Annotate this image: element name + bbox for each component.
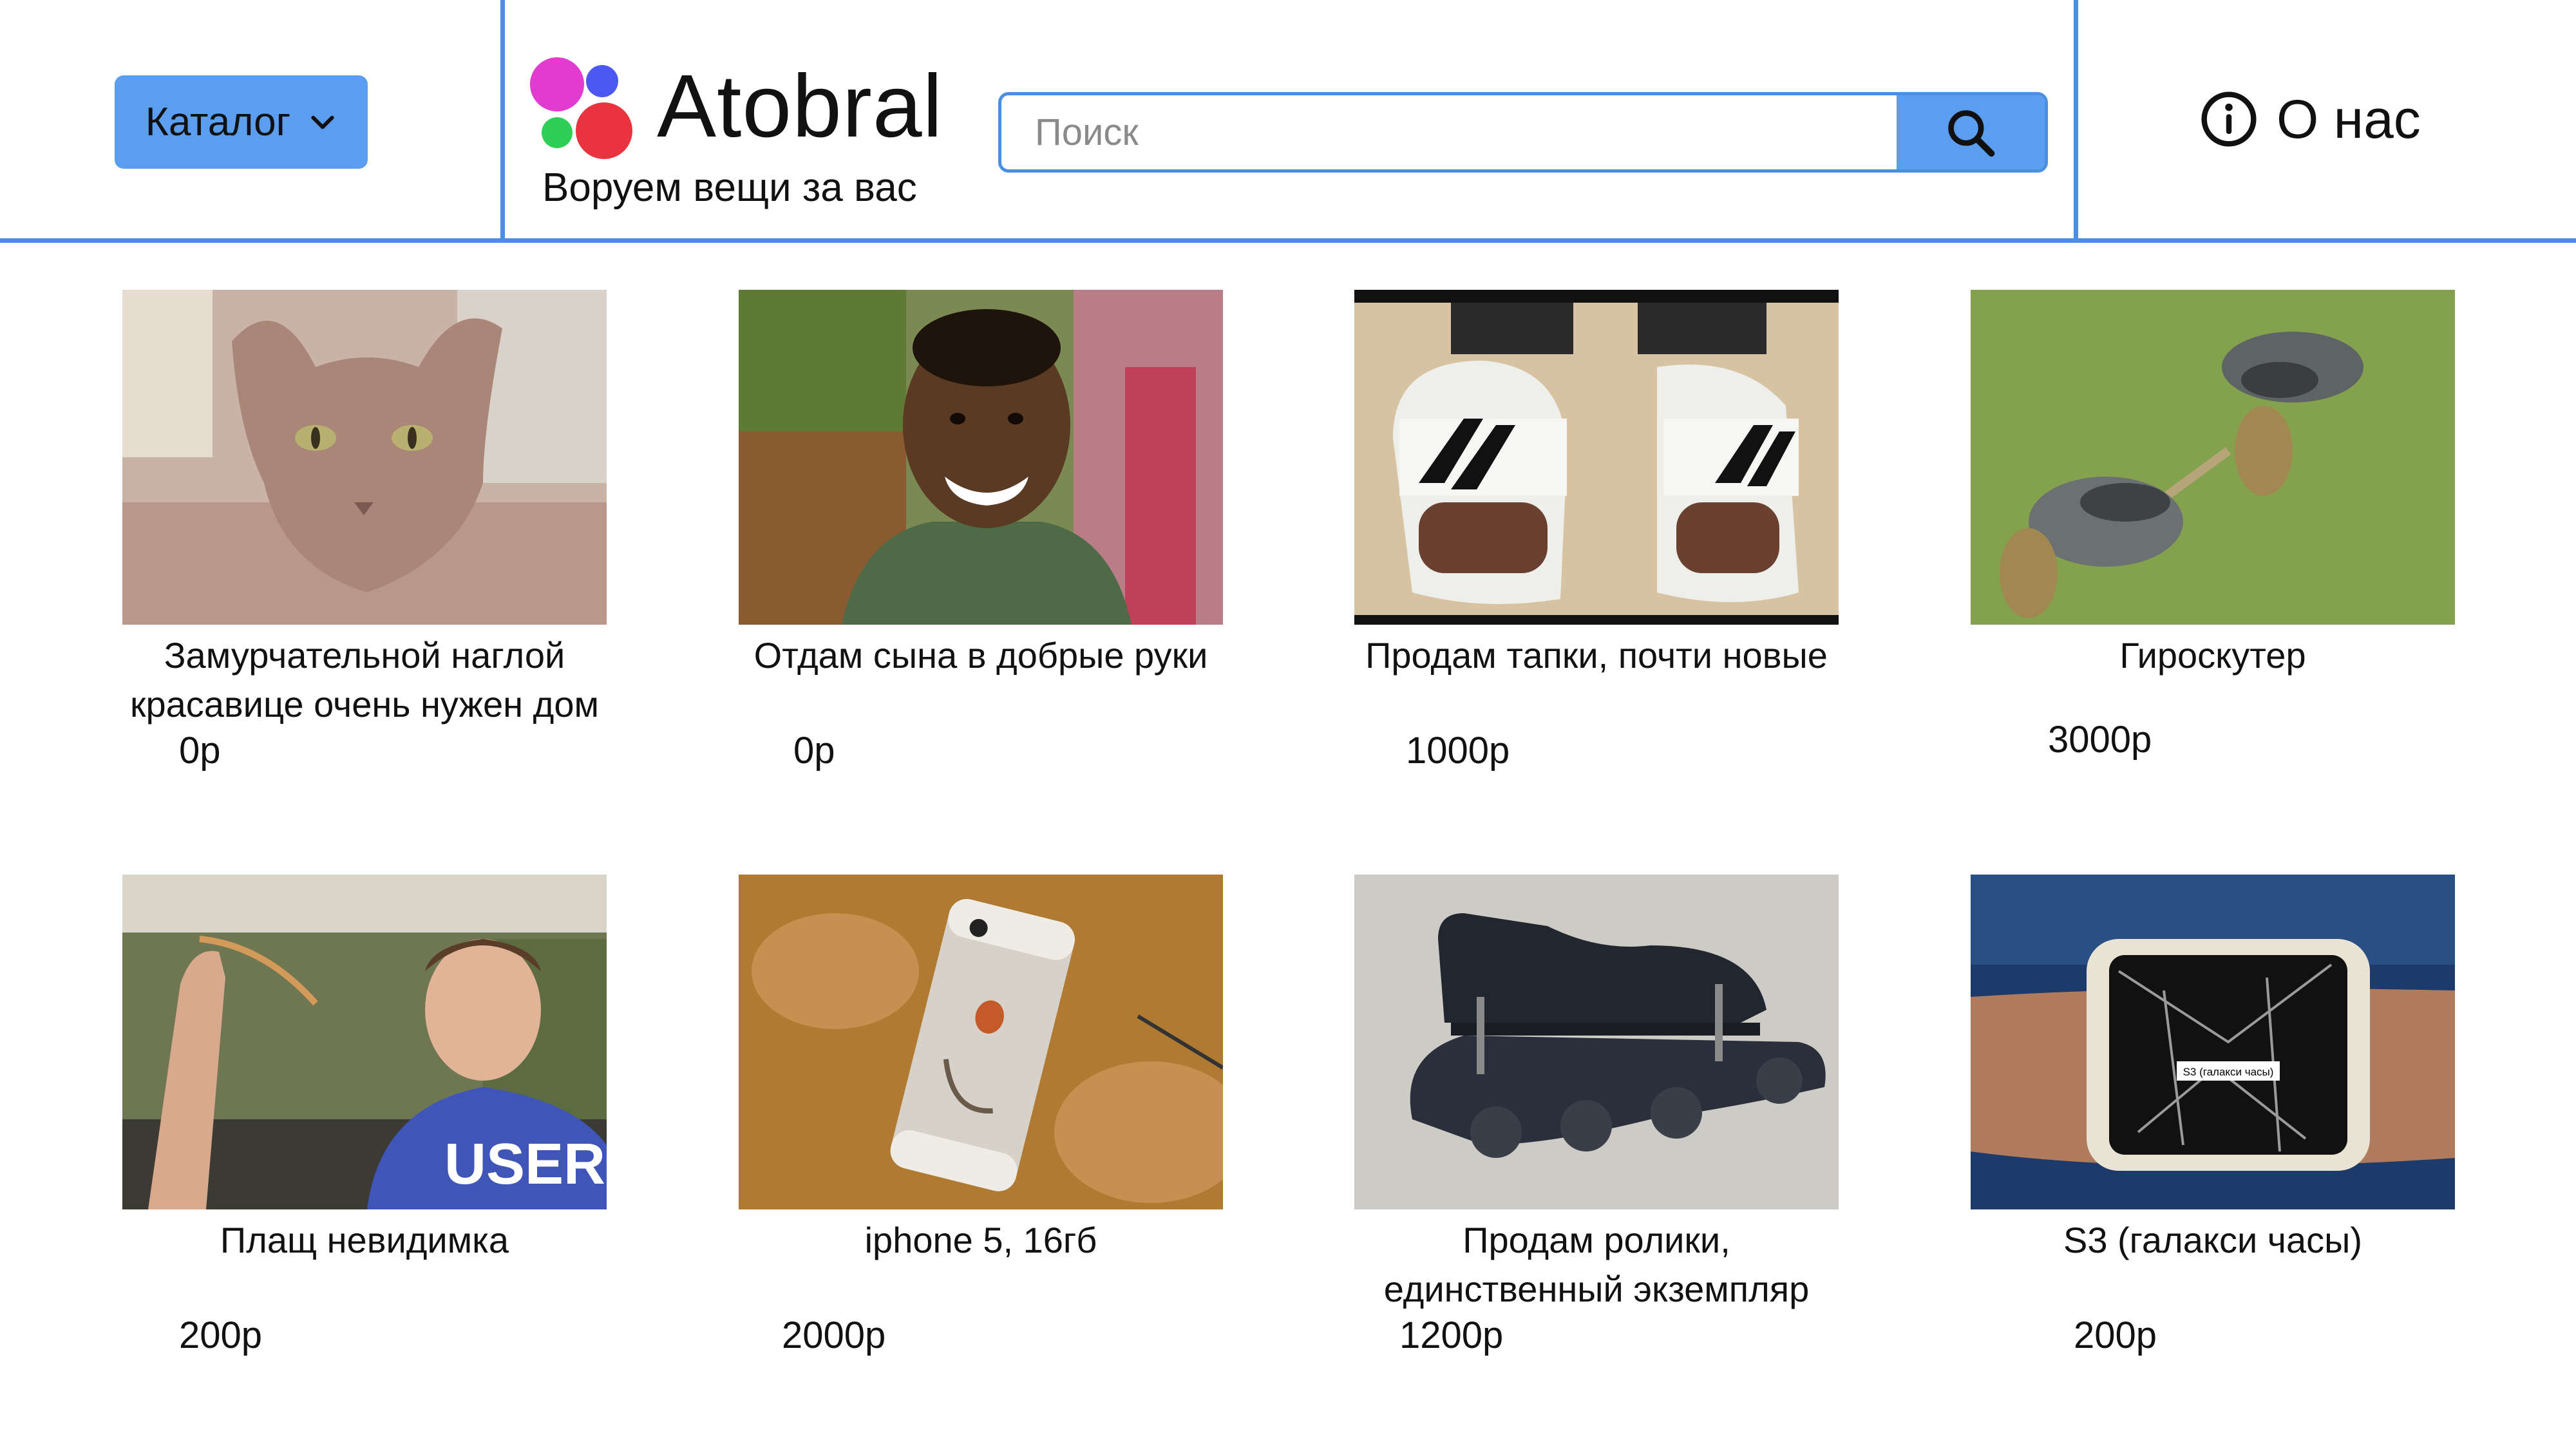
product-price: 0р	[179, 730, 221, 772]
product-price: 1000р	[1406, 730, 1510, 772]
svg-text:S3 (галакси часы): S3 (галакси часы)	[2183, 1066, 2274, 1078]
product-image[interactable]: S3 (галакси часы)	[1971, 875, 2455, 1209]
product-title[interactable]: Плащ невидимка	[109, 1216, 620, 1265]
chevron-down-icon	[311, 115, 334, 129]
product-title[interactable]: Отдам сына в добрые руки	[726, 631, 1236, 680]
product-title[interactable]: iphone 5, 16гб	[726, 1216, 1236, 1265]
search-bar	[998, 92, 2048, 173]
product-price: 2000р	[782, 1314, 886, 1356]
product-title[interactable]: Продам ролики, единственный экземпляр	[1341, 1216, 1852, 1314]
product-image[interactable]: USER	[122, 875, 607, 1209]
site-logo[interactable]: Atobral Воруем вещи за вас	[528, 57, 966, 224]
product-image[interactable]	[739, 875, 1223, 1209]
logo-dots-icon	[530, 57, 632, 159]
product-image[interactable]	[1354, 290, 1839, 625]
info-icon	[2201, 91, 2257, 147]
catalog-button[interactable]: Каталог	[115, 75, 368, 169]
svg-text:USER: USER	[444, 1132, 605, 1197]
about-link[interactable]: О нас	[2199, 84, 2421, 155]
product-image[interactable]	[739, 290, 1223, 625]
site-header: Каталог Atobral Воруем вещи за вас Поиск…	[0, 0, 2576, 243]
product-price: 3000р	[2048, 719, 2152, 761]
logo-name: Atobral	[657, 57, 943, 156]
catalog-button-label: Каталог	[145, 100, 291, 144]
logo-tagline: Воруем вещи за вас	[542, 166, 917, 210]
about-label: О нас	[2277, 88, 2421, 149]
header-divider	[500, 0, 505, 242]
search-button[interactable]	[1897, 95, 2045, 169]
product-title[interactable]: Продам тапки, почти новые	[1341, 631, 1852, 680]
product-image[interactable]	[1971, 290, 2455, 625]
product-title[interactable]: S3 (галакси часы)	[1958, 1216, 2468, 1265]
product-price: 0р	[793, 730, 835, 772]
product-price: 1200р	[1399, 1314, 1504, 1356]
product-image[interactable]	[122, 290, 607, 625]
product-image[interactable]	[1354, 875, 1839, 1209]
header-border	[0, 238, 2576, 243]
product-price: 200р	[179, 1314, 263, 1356]
header-divider	[2074, 0, 2078, 242]
product-title[interactable]: Замурчательной наглой красавице очень ну…	[109, 631, 620, 729]
product-title[interactable]: Гироскутер	[1958, 631, 2468, 680]
search-input[interactable]	[1001, 95, 1903, 169]
search-icon	[1948, 109, 1995, 156]
product-price: 200р	[2074, 1314, 2157, 1356]
